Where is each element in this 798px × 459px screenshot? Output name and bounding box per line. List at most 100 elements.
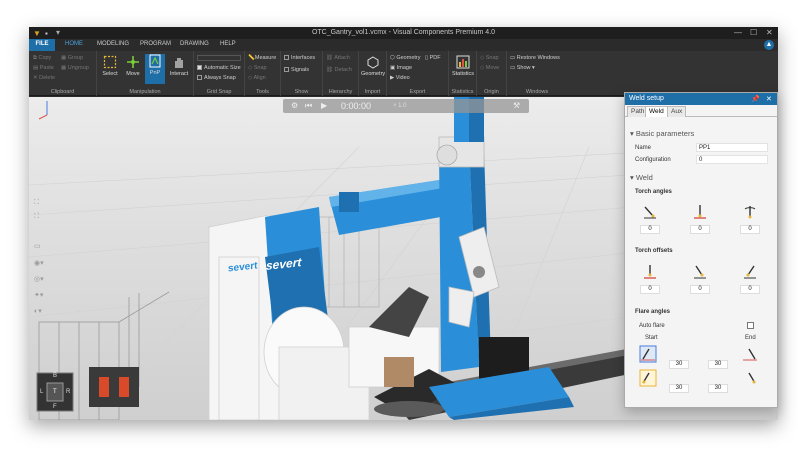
weld-panel-header: Weld setup 📌 ✕ xyxy=(625,93,777,105)
paste-button[interactable]: ▤ Paste xyxy=(33,65,54,71)
maximize-button[interactable]: ☐ xyxy=(750,28,757,37)
tab-home[interactable]: HOME xyxy=(65,41,83,47)
tab-weld[interactable]: Weld xyxy=(645,106,668,117)
pnp-icon xyxy=(149,54,161,68)
torch-offset-1-field[interactable]: 0 xyxy=(640,285,660,294)
pin-icon[interactable]: 📌 xyxy=(751,95,760,103)
tab-help[interactable]: HELP xyxy=(220,41,236,47)
detach-button[interactable]: ⛓ Detach xyxy=(326,67,352,73)
interact-button[interactable]: Interact xyxy=(167,55,191,83)
hierarchy-group: ⛓ Attach ⛓ Detach Hierarchy xyxy=(323,51,359,96)
grid-size-field[interactable] xyxy=(197,55,241,61)
auto-flare-checkbox[interactable] xyxy=(747,322,754,329)
align-button[interactable]: ◇ Align xyxy=(248,75,266,81)
flare-end-1-field[interactable]: 30 xyxy=(708,360,728,369)
torch-angle-2-field[interactable]: 0 xyxy=(690,225,710,234)
windows-group: ▭ Restore Windows ▭ Show ▾ Windows xyxy=(507,51,567,96)
display-options-icon[interactable]: ✦▾ xyxy=(34,291,44,299)
torch-offsets-title: Torch offsets xyxy=(635,248,673,254)
measure-button[interactable]: 📏Measure xyxy=(248,55,276,61)
origin-move-button[interactable]: ◇ Move xyxy=(480,65,499,71)
flare-start-2-icon xyxy=(639,369,657,387)
view-type-icon[interactable]: ▭ xyxy=(34,242,44,250)
render-mode-icon[interactable]: ◉▾ xyxy=(34,259,44,267)
copy-button[interactable]: ⧉ Copy xyxy=(33,55,51,62)
basic-parameters-section[interactable]: ▾ Basic parameters xyxy=(630,129,694,138)
ribbon-collapse-button[interactable]: ▲ xyxy=(764,40,774,50)
show-group: Interfaces Signals Show xyxy=(281,51,323,96)
torch-angle-3-icon xyxy=(744,206,756,219)
navigation-cube[interactable]: B L T R F xyxy=(35,371,75,413)
tab-program[interactable]: PROGRAM xyxy=(140,41,171,47)
select-button[interactable]: Select xyxy=(99,55,121,83)
minimize-button[interactable]: — xyxy=(734,28,742,37)
torch-offset-2-field[interactable]: 0 xyxy=(690,285,710,294)
flare-start-1-field[interactable]: 30 xyxy=(669,360,689,369)
close-button[interactable]: ✕ xyxy=(766,28,773,37)
selection-mode-icon[interactable]: ◎▾ xyxy=(34,275,44,283)
torch-angle-1-field[interactable]: 0 xyxy=(640,225,660,234)
camera-icon[interactable]: ◐▾ xyxy=(34,307,44,315)
flare-end-2-field[interactable]: 30 xyxy=(708,384,728,393)
ribbon-tabs: FILE HOME MODELING PROGRAM DRAWING HELP … xyxy=(29,39,778,51)
configuration-field[interactable]: 0 xyxy=(696,155,768,164)
export-geometry-button[interactable]: ⬡ Geometry xyxy=(390,55,421,61)
cube-right-label: R xyxy=(66,389,71,395)
move-button[interactable]: Move xyxy=(123,55,143,83)
fill-view-icon[interactable]: ⛶ xyxy=(34,199,44,207)
statistics-label: Statistics xyxy=(451,89,474,95)
speed-icon[interactable]: ⚒ xyxy=(513,101,520,110)
weld-panel-tabs: Path Weld Aux xyxy=(625,105,777,117)
signals-checkbox[interactable]: Signals xyxy=(284,67,309,73)
pnp-button[interactable]: PnP xyxy=(145,54,165,84)
torch-offset-3-field[interactable]: 0 xyxy=(740,285,760,294)
export-image-button[interactable]: ▣ Image xyxy=(390,65,412,71)
cube-left-label: L xyxy=(40,389,44,395)
ungroup-button[interactable]: ▦ Ungroup xyxy=(61,65,89,71)
flare-end-2-icon xyxy=(748,372,756,384)
interfaces-checkbox[interactable]: Interfaces xyxy=(284,55,315,61)
tab-aux[interactable]: Aux xyxy=(667,106,687,117)
hand-icon xyxy=(175,58,183,68)
tab-file[interactable]: FILE xyxy=(29,39,55,51)
flare-end-1-icon xyxy=(743,348,757,361)
grid-snap-group: Automatic Size Always Snap Grid Snap xyxy=(194,51,245,96)
import-geometry-button[interactable]: Geometry xyxy=(361,55,385,83)
geometry-icon xyxy=(367,56,379,69)
settings-gear-icon[interactable]: ⚙ xyxy=(291,101,298,110)
flare-start-label: Start xyxy=(645,335,658,341)
flare-start-2-field[interactable]: 30 xyxy=(669,384,689,393)
clipboard-label: Clipboard xyxy=(50,89,75,95)
export-pdf-button[interactable]: ▯ PDF xyxy=(425,55,441,61)
always-snap-checkbox[interactable]: Always Snap xyxy=(197,75,236,81)
reset-icon[interactable]: ⏮ xyxy=(305,101,312,111)
statistics-icon xyxy=(456,55,470,69)
origin-snap-button[interactable]: ◇ Snap xyxy=(480,55,499,61)
statistics-button[interactable]: Statistics xyxy=(450,55,476,83)
delete-button[interactable]: ✕ Delete xyxy=(33,75,55,81)
simulation-time: 0:00:00 xyxy=(341,101,372,111)
torch-angle-3-field[interactable]: 0 xyxy=(740,225,760,234)
export-label: Export xyxy=(409,89,426,95)
attach-button[interactable]: ⛓ Attach xyxy=(326,55,350,61)
simulation-speed[interactable]: × 1.0 xyxy=(393,103,407,109)
configuration-label: Configuration xyxy=(635,157,671,163)
zoom-fit-icon[interactable]: ⛶ xyxy=(34,213,44,221)
automatic-size-checkbox[interactable]: Automatic Size xyxy=(197,65,241,71)
cube-back-label: B xyxy=(53,373,58,379)
weld-section[interactable]: ▾ Weld xyxy=(630,173,653,182)
restore-windows-button[interactable]: ▭ Restore Windows xyxy=(510,55,560,61)
show-windows-button[interactable]: ▭ Show ▾ xyxy=(510,65,535,71)
flare-end-label: End xyxy=(745,335,756,341)
windows-label: Windows xyxy=(525,89,549,95)
statistics-group: Statistics Statistics xyxy=(449,51,477,96)
export-video-button[interactable]: ▶ Video xyxy=(390,75,410,81)
import-group: Geometry Import xyxy=(359,51,387,96)
panel-close-icon[interactable]: ✕ xyxy=(766,95,772,103)
play-icon[interactable]: ▶ xyxy=(321,101,327,110)
tab-modeling[interactable]: MODELING xyxy=(97,41,129,47)
tab-drawing[interactable]: DRAWING xyxy=(180,41,209,47)
group-button[interactable]: ▦ Group xyxy=(61,55,83,61)
snap-button[interactable]: ◇ Snap xyxy=(248,65,267,71)
name-field[interactable]: PP1 xyxy=(696,143,768,152)
